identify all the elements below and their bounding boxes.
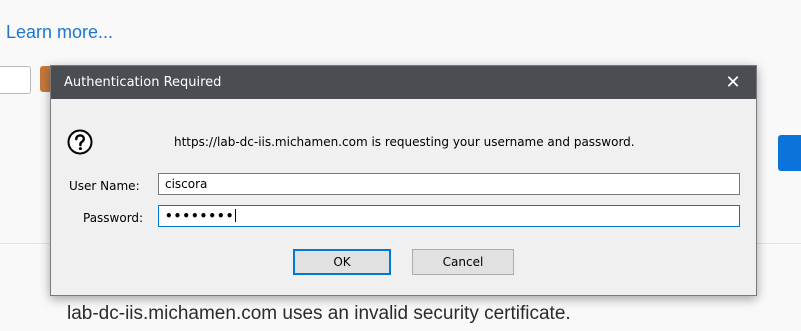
password-label: Password: [83, 211, 144, 225]
authentication-dialog: Authentication Required ✕ https://lab-dc… [50, 65, 757, 296]
dialog-titlebar[interactable]: Authentication Required ✕ [51, 66, 756, 99]
browser-error-page: Learn more... lab-dc-iis.michamen.com us… [0, 0, 801, 331]
username-input[interactable]: ciscora [158, 173, 740, 195]
close-icon[interactable]: ✕ [710, 66, 756, 99]
question-icon [67, 129, 93, 155]
password-value: •••••••• [165, 209, 235, 223]
password-input[interactable]: •••••••• [158, 205, 740, 227]
text-caret [235, 209, 237, 222]
background-blue-button-fragment [778, 135, 801, 171]
learn-more-link[interactable]: Learn more... [6, 22, 113, 43]
background-input-fragment [0, 66, 31, 94]
auth-request-message: https://lab-dc-iis.michamen.com is reque… [174, 135, 635, 149]
username-label: User Name: [69, 179, 140, 193]
username-value: ciscora [165, 177, 208, 191]
certificate-warning-text: lab-dc-iis.michamen.com uses an invalid … [67, 303, 571, 324]
cancel-button[interactable]: Cancel [412, 249, 514, 275]
dialog-title: Authentication Required [64, 75, 222, 90]
ok-button[interactable]: OK [293, 249, 391, 275]
